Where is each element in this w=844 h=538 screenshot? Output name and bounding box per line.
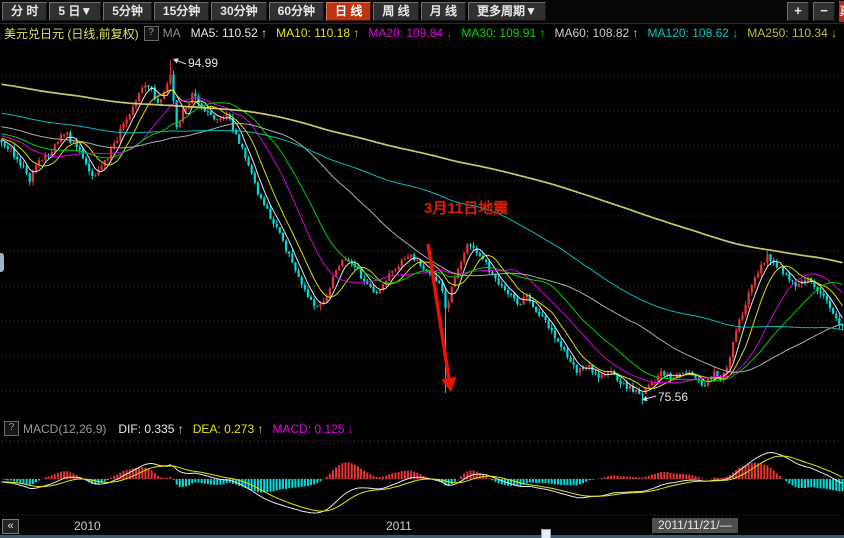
macd-legend-item-0: DIF: 0.335 ↑ (118, 422, 183, 436)
scroll-left-button[interactable]: « (2, 519, 19, 534)
period-button-3[interactable]: 15分钟 (154, 2, 209, 21)
period-button-7[interactable]: 周 线 (373, 2, 418, 21)
macd-legend-row: ? MACD(12,26,9) DIF: 0.335 ↑ DEA: 0.273 ↑… (4, 421, 363, 436)
period-toolbar: 分 时5 日▼5分钟15分钟30分钟60分钟日 线周 线月 线更多周期▼ + −… (0, 0, 844, 24)
dea-line (2, 456, 843, 511)
ma-legend-item-4: MA60: 108.82 ↑ (554, 26, 638, 40)
period-button-8[interactable]: 月 线 (421, 2, 466, 21)
macd-values: DIF: 0.335 ↑ DEA: 0.273 ↑ MACD: 0.125 ↓ (118, 422, 362, 436)
ma-lines-group (2, 84, 843, 391)
ma-legend-item-1: MA10: 110.18 ↑ (276, 26, 359, 40)
ma20-line (2, 98, 843, 383)
ma-legend-item-5: MA120: 108.62 ↓ (648, 26, 739, 40)
clipped-right-button[interactable]: 真 (839, 1, 844, 22)
dif-line (2, 453, 843, 513)
macd-legend-item-2: MACD: 0.125 ↓ (272, 422, 353, 436)
period-button-0[interactable]: 分 时 (2, 2, 47, 21)
ma-values: MA5: 110.52 ↑ MA10: 110.18 ↑ MA20: 109.84 … (191, 26, 844, 40)
time-axis: « 2010 2011 2011/11/21/— (0, 518, 844, 534)
year-label-2011: 2011 (386, 519, 412, 533)
period-button-6[interactable]: 日 线 (326, 2, 371, 21)
ma5-line (2, 88, 843, 392)
gridlines (2, 76, 842, 515)
ma-legend-item-6: MA250: 110.34 ↓ (747, 26, 837, 40)
macd-lines-group (2, 453, 843, 513)
help-icon[interactable]: ? (144, 26, 159, 41)
ma10-line (2, 90, 843, 389)
zoom-out-button[interactable]: − (813, 2, 835, 21)
ma-legend-item-2: MA20: 109.84 ↓ (368, 26, 452, 40)
macd-legend-item-1: DEA: 0.273 ↑ (193, 422, 264, 436)
period-button-4[interactable]: 30分钟 (211, 2, 266, 21)
ma-legend-item-0: MA5: 110.52 ↑ (191, 26, 268, 40)
svg-text:3月11日地震: 3月11日地震 (424, 199, 509, 217)
year-label-2010: 2010 (74, 519, 101, 533)
toolbar-right-controls: + − 真 (783, 1, 844, 22)
ma-indicator-label[interactable]: MA (163, 26, 181, 40)
svg-text:94.99: 94.99 (188, 56, 218, 70)
macd-help-icon[interactable]: ? (4, 421, 19, 436)
ma60-line (2, 124, 843, 373)
ma-legend-item-3: MA30: 109.91 ↑ (461, 26, 545, 40)
annotations-group: 94.99 75.56 3月11日地震 (173, 56, 688, 404)
period-button-9[interactable]: 更多周期▼ (468, 2, 546, 21)
zoom-in-button[interactable]: + (787, 2, 809, 21)
left-panel-collapse-handle[interactable] (0, 253, 4, 272)
period-button-2[interactable]: 5分钟 (103, 2, 152, 21)
scrollbar-thumb[interactable] (541, 529, 551, 538)
period-button-5[interactable]: 60分钟 (269, 2, 324, 21)
svg-text:75.56: 75.56 (658, 390, 688, 404)
period-button-1[interactable]: 5 日▼ (49, 2, 101, 21)
price-and-macd-chart[interactable]: 94.99 75.56 3月11日地震 (0, 0, 844, 538)
instrument-title: 美元兑日元 (日线,前复权) (4, 25, 139, 42)
macd-indicator-label[interactable]: MACD(12,26,9) (23, 422, 106, 436)
forex-charting-app: 94.99 75.56 3月11日地震 分 时5 日▼5分钟15分钟30分钟60分钟… (0, 0, 844, 538)
current-date-chip[interactable]: 2011/11/21/— (652, 518, 738, 533)
candles-group (1, 60, 844, 404)
period-buttons: 分 时5 日▼5分钟15分钟30分钟60分钟日 线周 线月 线更多周期▼ (0, 2, 546, 21)
ma-legend-row: 美元兑日元 (日线,前复权) ? MA MA5: 110.52 ↑ MA10: 1… (4, 25, 844, 41)
